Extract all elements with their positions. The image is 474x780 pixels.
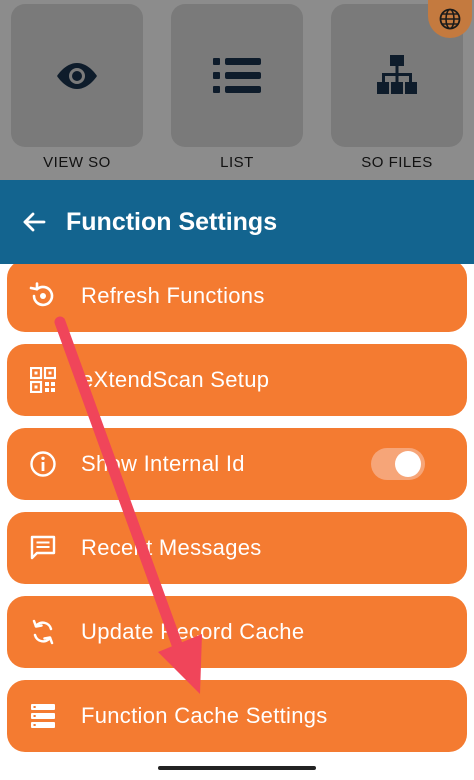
qr-code-icon [27, 364, 59, 396]
storage-icon [27, 700, 59, 732]
settings-header: Function Settings [0, 180, 474, 264]
tile-label-view-so: VIEW SO [43, 154, 111, 171]
menu-item-label: Refresh Functions [81, 283, 265, 308]
back-button[interactable] [14, 202, 54, 242]
background-dashboard: VIEW SO LIST SO FILES [0, 0, 474, 180]
function-settings-list: Refresh Functions eXtendScan Setup Show … [0, 264, 474, 780]
language-button[interactable] [428, 0, 472, 38]
menu-item-update-record-cache[interactable]: Update Record Cache [7, 596, 467, 668]
menu-item-recent-messages[interactable]: Recent Messages [7, 512, 467, 584]
tile-view-so[interactable] [11, 4, 143, 147]
message-icon [27, 532, 59, 564]
menu-item-label: Update Record Cache [81, 619, 305, 644]
internal-id-toggle[interactable] [371, 448, 425, 480]
menu-item-label: Function Cache Settings [81, 703, 328, 728]
page-title: Function Settings [66, 207, 278, 236]
menu-item-label: eXtendScan Setup [81, 367, 270, 392]
list-icon [213, 57, 261, 93]
refresh-icon [27, 280, 59, 312]
menu-item-show-internal-id[interactable]: Show Internal Id [7, 428, 467, 500]
tile-list[interactable] [171, 4, 303, 147]
menu-item-function-cache-settings[interactable]: Function Cache Settings [7, 680, 467, 752]
sitemap-icon [377, 54, 417, 94]
toggle-knob [395, 451, 421, 477]
arrow-left-icon [23, 212, 46, 232]
info-icon [27, 448, 59, 480]
globe-icon [439, 8, 461, 30]
tile-label-list: LIST [220, 154, 254, 171]
home-indicator[interactable] [158, 766, 316, 770]
menu-item-refresh-functions[interactable]: Refresh Functions [7, 264, 467, 332]
menu-item-label: Recent Messages [81, 535, 262, 560]
sync-icon [27, 616, 59, 648]
menu-item-extendscan-setup[interactable]: eXtendScan Setup [7, 344, 467, 416]
menu-item-label: Show Internal Id [81, 451, 245, 476]
tile-label-so-files: SO FILES [361, 154, 433, 171]
eye-icon [57, 62, 97, 89]
